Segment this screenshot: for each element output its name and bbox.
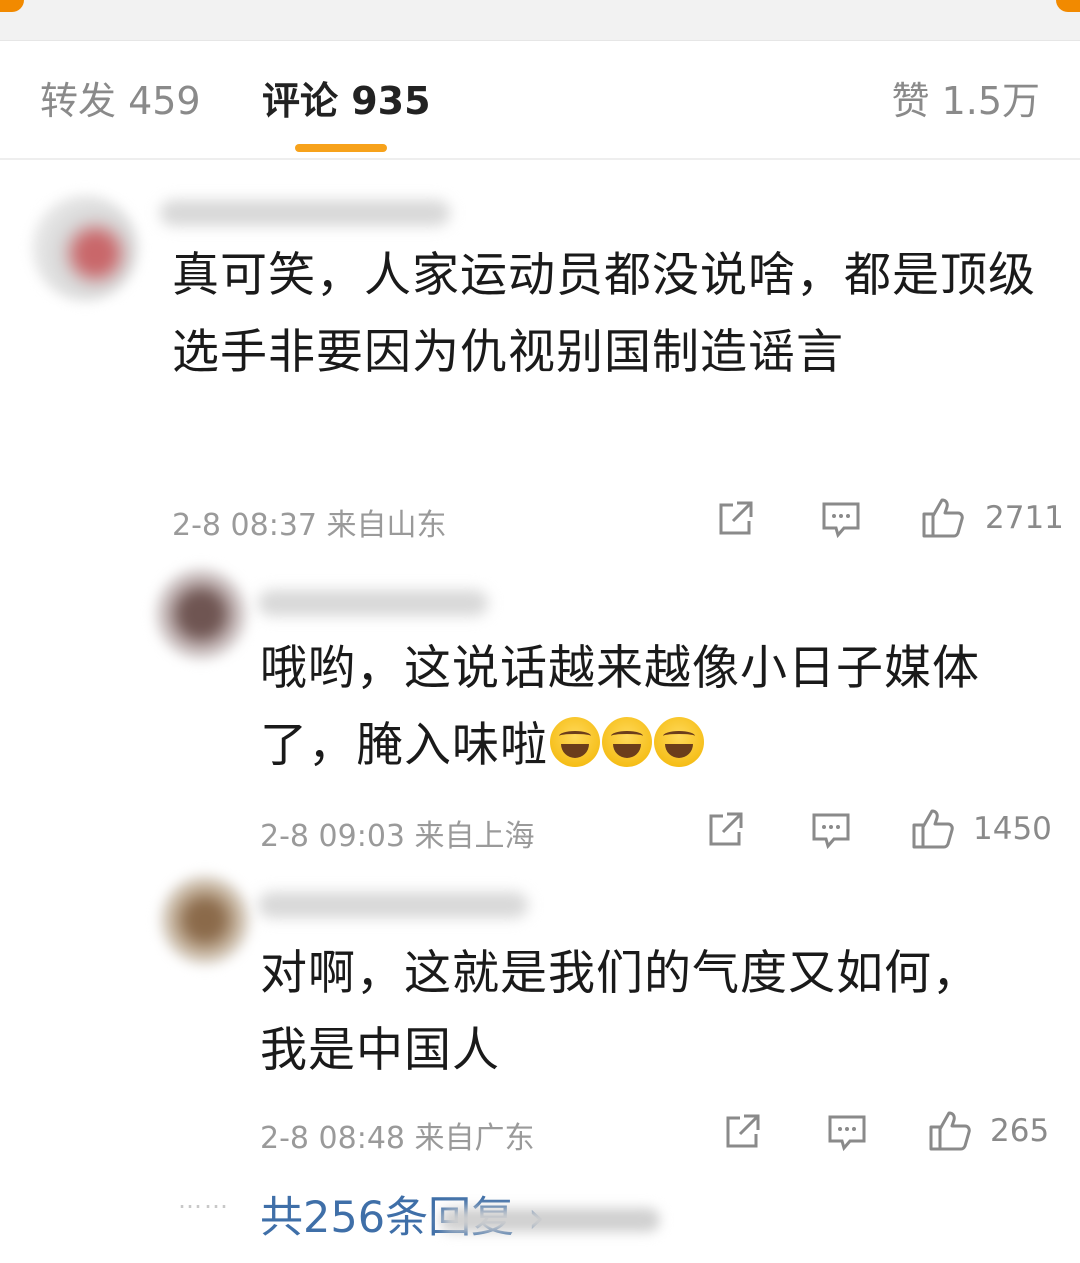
avatar[interactable]	[160, 875, 250, 965]
comment-icon[interactable]	[820, 499, 862, 541]
tab-likes[interactable]: 赞 1.5万	[891, 76, 1040, 126]
active-tab-indicator	[295, 144, 387, 152]
tab-comments[interactable]: 评论 935	[262, 76, 431, 126]
like-count: 265	[990, 1113, 1050, 1149]
thread-dots: ……	[178, 1186, 230, 1214]
username-blurred[interactable]	[160, 200, 450, 226]
comment-location: 来自山东	[326, 508, 447, 543]
top-bar	[0, 0, 1080, 41]
username-blurred[interactable]	[258, 590, 488, 616]
share-icon[interactable]	[715, 499, 755, 539]
comment-icon[interactable]	[810, 810, 852, 852]
tab-bar: 转发 459 评论 935 赞 1.5万	[0, 40, 1080, 160]
like-icon[interactable]	[927, 1109, 973, 1153]
like-count: 2711	[985, 500, 1064, 536]
comment-time: 2-8 08:37	[172, 508, 317, 543]
watermark-blurred	[440, 1208, 660, 1232]
comment-icon[interactable]	[826, 1112, 868, 1154]
comment-location: 来自上海	[414, 819, 535, 854]
comment-time: 2-8 08:48	[260, 1121, 405, 1156]
comment-text: 哦哟，这说话越来越像小日子媒体了，腌入味啦	[260, 630, 1050, 784]
share-icon[interactable]	[722, 1112, 762, 1152]
comment-meta: 2-8 08:37 来自山东	[172, 500, 447, 544]
comment-time: 2-8 09:03	[260, 819, 405, 854]
comment-meta: 2-8 09:03 来自上海	[260, 811, 535, 855]
comment-meta: 2-8 08:48 来自广东	[260, 1113, 535, 1157]
username-blurred[interactable]	[258, 892, 528, 918]
tab-repost[interactable]: 转发 459	[40, 76, 201, 126]
comment-location: 来自广东	[414, 1121, 535, 1156]
laughing-tears-emoji-icon	[654, 717, 704, 767]
comment-text: 真可笑，人家运动员都没说啥，都是顶级选手非要因为仇视别国制造谣言	[172, 248, 1036, 380]
like-icon[interactable]	[920, 496, 966, 540]
comment-text: 对啊，这就是我们的气度又如何，我是中国人	[260, 946, 980, 1078]
laughing-tears-emoji-icon	[602, 717, 652, 767]
like-count: 1450	[973, 811, 1052, 847]
avatar[interactable]	[155, 568, 247, 660]
laughing-tears-emoji-icon	[550, 717, 600, 767]
avatar[interactable]	[32, 195, 138, 301]
share-icon[interactable]	[705, 810, 745, 850]
like-icon[interactable]	[910, 807, 956, 851]
